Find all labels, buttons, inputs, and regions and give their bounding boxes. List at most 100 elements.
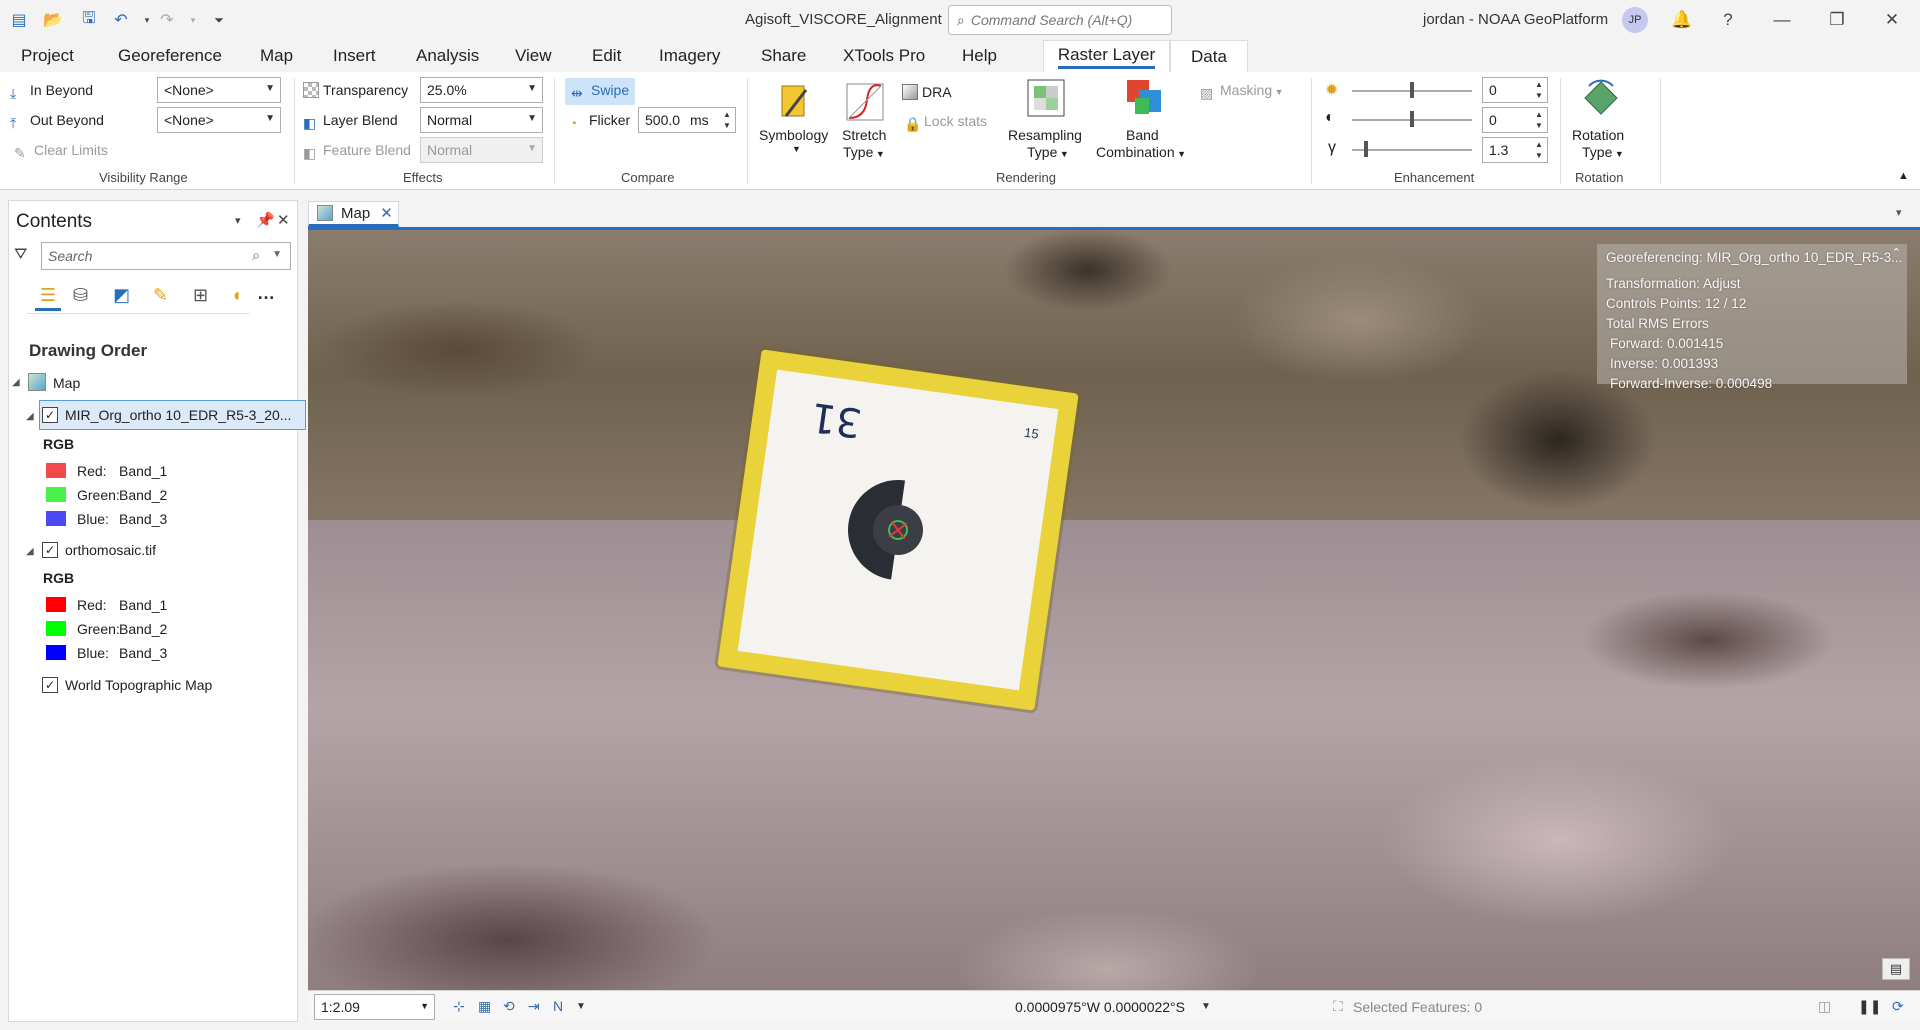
feature-blend-select[interactable]: Normal ▼: [420, 137, 543, 163]
tab-georeference[interactable]: Georeference: [118, 46, 222, 66]
spinner-icon[interactable]: ▲ ▼: [721, 109, 733, 131]
in-beyond-scale-select[interactable]: <None> ▼: [157, 77, 281, 103]
navigator-icon[interactable]: ▤: [1882, 958, 1910, 980]
list-by-drawing-order-icon[interactable]: ☰: [35, 285, 61, 311]
map-node[interactable]: Map: [53, 375, 80, 391]
chevron-down-icon[interactable]: ▼: [272, 249, 282, 260]
layer-visibility-checkbox[interactable]: ✓: [42, 677, 58, 693]
tab-share[interactable]: Share: [761, 46, 806, 66]
tab-raster-layer[interactable]: Raster Layer: [1043, 40, 1170, 72]
clear-selection-icon[interactable]: ◫: [1818, 998, 1831, 1015]
north-arrow-icon[interactable]: N: [553, 998, 563, 1014]
contrast-slider-thumb[interactable]: [1410, 111, 1414, 127]
gamma-slider-thumb[interactable]: [1364, 141, 1368, 157]
tab-xtools-pro[interactable]: XTools Pro: [843, 46, 925, 66]
minimize-icon[interactable]: —: [1770, 8, 1794, 32]
tab-view[interactable]: View: [515, 46, 552, 66]
coordinate-format-chevron-icon[interactable]: ▼: [1201, 1001, 1211, 1012]
brightness-input[interactable]: 0 ▲ ▼: [1482, 77, 1548, 103]
notifications-bell-icon[interactable]: 🔔: [1670, 8, 1694, 32]
masking-button[interactable]: ▨ Masking ▼: [1200, 82, 1284, 101]
collapse-icon[interactable]: ◢: [26, 546, 34, 557]
spinner-icon[interactable]: ▲ ▼: [1533, 79, 1545, 101]
layer-name[interactable]: MIR_Org_ortho 10_EDR_R5-3_20...: [65, 407, 291, 423]
collapse-icon[interactable]: ◢: [26, 411, 34, 422]
layer-visibility-checkbox[interactable]: ✓: [42, 542, 58, 558]
tab-edit[interactable]: Edit: [592, 46, 621, 66]
blue-band-swatch[interactable]: [46, 511, 66, 526]
command-search-input[interactable]: ⌕ Command Search (Alt+Q): [948, 5, 1172, 35]
pause-drawing-icon[interactable]: ❚❚: [1858, 998, 1881, 1015]
tab-help[interactable]: Help: [962, 46, 997, 66]
red-band-swatch[interactable]: [46, 597, 66, 612]
list-by-labeling-icon[interactable]: ◖: [231, 285, 242, 306]
pane-options-icon[interactable]: ▾: [235, 214, 241, 227]
save-project-icon[interactable]: 🖫: [78, 9, 100, 31]
tab-list-chevron-icon[interactable]: ▾: [1896, 206, 1902, 219]
blue-band-swatch[interactable]: [46, 645, 66, 660]
flicker-rate-input[interactable]: 500.0 ms ▲ ▼: [638, 107, 736, 133]
lock-stats-button[interactable]: 🔒 Lock stats: [904, 113, 987, 132]
green-band-swatch[interactable]: [46, 621, 66, 636]
user-account-name[interactable]: jordan - NOAA GeoPlatform: [1423, 11, 1608, 28]
close-pane-icon[interactable]: ✕: [277, 211, 290, 229]
tab-imagery[interactable]: Imagery: [659, 46, 720, 66]
snapping-icon[interactable]: ⊹: [453, 998, 465, 1015]
close-tab-icon[interactable]: ✕: [380, 204, 393, 222]
undo-icon[interactable]: ↶: [110, 9, 132, 31]
spinner-icon[interactable]: ▲ ▼: [1533, 139, 1545, 161]
tab-insert[interactable]: Insert: [333, 46, 376, 66]
brightness-slider-thumb[interactable]: [1410, 82, 1414, 98]
refresh-extent-icon[interactable]: ⟲: [503, 998, 515, 1015]
customize-toolbar-icon[interactable]: ⏷: [208, 9, 230, 31]
tab-map[interactable]: Map: [260, 46, 293, 66]
chevron-down-icon[interactable]: ▼: [576, 1001, 586, 1012]
map-view[interactable]: 31 15 Georeferencing: MIR_Org_ortho 10_E…: [308, 230, 1920, 990]
map-view-tab[interactable]: Map ✕: [308, 201, 399, 227]
red-band-swatch[interactable]: [46, 463, 66, 478]
refresh-icon[interactable]: ⟳: [1892, 998, 1904, 1015]
pin-icon[interactable]: 📌: [256, 211, 275, 229]
swipe-button[interactable]: ⇹ Swipe: [565, 78, 636, 105]
spinner-icon[interactable]: ▲ ▼: [1533, 109, 1545, 131]
clear-limits-button[interactable]: ✎ Clear Limits: [14, 142, 108, 161]
redo-icon[interactable]: ↷: [156, 9, 178, 31]
out-beyond-scale-select[interactable]: <None> ▼: [157, 107, 281, 133]
tab-project[interactable]: Project: [21, 46, 74, 66]
collapse-panel-icon[interactable]: ⌃: [1892, 246, 1901, 259]
close-icon[interactable]: ✕: [1880, 8, 1904, 32]
out-beyond-button[interactable]: ⤒ Out Beyond: [10, 112, 104, 131]
grid-icon[interactable]: ▦: [478, 998, 491, 1015]
list-by-editing-icon[interactable]: ✎: [153, 285, 168, 306]
gamma-slider-track[interactable]: [1352, 149, 1472, 151]
dra-button[interactable]: DRA: [902, 84, 952, 100]
filter-icon[interactable]: ⛛: [14, 246, 27, 264]
layer-blend-select[interactable]: Normal ▼: [420, 107, 543, 133]
list-by-snapping-icon[interactable]: ⊞: [193, 285, 208, 306]
open-project-icon[interactable]: 📂: [42, 9, 64, 31]
tab-data[interactable]: Data: [1170, 40, 1248, 72]
list-by-data-source-icon[interactable]: ⛁: [73, 285, 88, 306]
basemap-layer-name[interactable]: World Topographic Map: [65, 677, 212, 693]
help-icon[interactable]: ?: [1716, 8, 1740, 32]
tab-analysis[interactable]: Analysis: [416, 46, 479, 66]
contents-search-input[interactable]: Search ⌕ ▼: [41, 242, 291, 270]
constraints-icon[interactable]: ⇥: [528, 998, 540, 1015]
layer-name[interactable]: orthomosaic.tif: [65, 542, 156, 558]
new-project-icon[interactable]: ▤: [8, 9, 30, 31]
list-by-selection-icon[interactable]: ◩: [113, 285, 130, 306]
green-band-swatch[interactable]: [46, 487, 66, 502]
transparency-input[interactable]: 25.0% ▼: [420, 77, 543, 103]
contrast-input[interactable]: 0 ▲ ▼: [1482, 107, 1548, 133]
gamma-input[interactable]: 1.3 ▲ ▼: [1482, 137, 1548, 163]
avatar[interactable]: JP: [1622, 7, 1648, 33]
collapse-ribbon-icon[interactable]: ▲: [1898, 170, 1909, 182]
undo-dropdown-icon[interactable]: ▾: [136, 9, 158, 31]
scale-select[interactable]: 1:2.09 ▼: [314, 994, 435, 1020]
more-options-icon[interactable]: …: [257, 283, 275, 304]
redo-dropdown-icon[interactable]: ▾: [182, 9, 204, 31]
layer-visibility-checkbox[interactable]: ✓: [42, 407, 58, 423]
in-beyond-button[interactable]: ⤓ In Beyond: [10, 82, 93, 101]
restore-icon[interactable]: ❐: [1825, 8, 1849, 32]
collapse-icon[interactable]: ◢: [12, 377, 20, 388]
